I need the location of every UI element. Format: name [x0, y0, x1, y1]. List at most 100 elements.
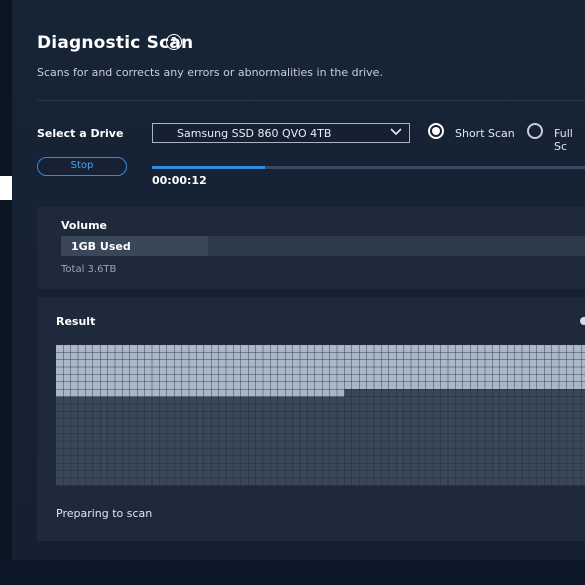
- scan-block: [122, 352, 130, 360]
- scan-block: [544, 367, 552, 375]
- scan-block: [181, 359, 189, 367]
- scan-block: [485, 382, 493, 389]
- scan-block: [477, 441, 485, 449]
- scan-block: [359, 404, 367, 412]
- scan-block: [233, 359, 241, 367]
- scan-block: [278, 448, 285, 456]
- scan-block: [137, 352, 145, 360]
- scan-block: [433, 411, 441, 419]
- scan-block: [211, 411, 219, 419]
- scan-block: [455, 345, 463, 352]
- scan-block: [522, 441, 530, 449]
- scan-block: [137, 463, 145, 471]
- scan-block: [574, 396, 581, 404]
- scan-block: [167, 478, 174, 486]
- scan-block: [255, 478, 263, 486]
- scan-block: [107, 382, 115, 389]
- scan-block: [218, 396, 226, 404]
- scan-block: [196, 404, 204, 412]
- help-icon[interactable]: ?: [166, 34, 182, 50]
- scan-block: [85, 419, 93, 426]
- scan-block: [463, 419, 470, 426]
- scan-block: [418, 456, 426, 463]
- result-view-toggle[interactable]: [580, 317, 585, 325]
- scan-block: [492, 470, 500, 478]
- scan-block: [396, 359, 404, 367]
- scan-block: [366, 426, 374, 434]
- short-scan-label[interactable]: Short Scan: [455, 127, 515, 140]
- scan-block: [329, 352, 337, 360]
- scan-block: [537, 456, 544, 463]
- scan-block: [366, 367, 374, 375]
- scan-block: [581, 367, 585, 375]
- scan-block: [137, 345, 145, 352]
- scan-block: [115, 478, 123, 486]
- scan-block: [315, 367, 322, 375]
- full-scan-label[interactable]: Full Sc: [554, 127, 585, 153]
- scan-block: [159, 456, 167, 463]
- scan-block: [544, 419, 552, 426]
- scan-block: [426, 367, 433, 375]
- scan-block: [241, 470, 248, 478]
- scan-block: [255, 389, 263, 397]
- scan-block: [566, 396, 574, 404]
- scan-block: [507, 426, 515, 434]
- scan-block: [477, 382, 485, 389]
- scan-block: [233, 456, 241, 463]
- scan-block: [411, 396, 419, 404]
- scan-block: [514, 433, 522, 441]
- scan-block: [344, 345, 352, 352]
- scan-block: [551, 456, 559, 463]
- scan-block: [56, 374, 63, 382]
- scan-block: [426, 448, 433, 456]
- scan-block: [396, 478, 404, 486]
- scan-block: [544, 396, 552, 404]
- scan-block: [241, 441, 248, 449]
- scan-block: [174, 345, 182, 352]
- scan-block: [196, 441, 204, 449]
- scan-block: [522, 478, 530, 486]
- scan-block: [440, 359, 448, 367]
- scan-block: [463, 382, 470, 389]
- scan-block: [218, 463, 226, 471]
- scan-block: [137, 419, 145, 426]
- scan-block: [440, 419, 448, 426]
- stop-button[interactable]: Stop: [37, 157, 127, 176]
- scan-block: [93, 404, 100, 412]
- scan-block: [115, 419, 123, 426]
- scan-block: [122, 448, 130, 456]
- scan-block: [418, 367, 426, 375]
- scan-block: [440, 478, 448, 486]
- scan-block: [144, 426, 152, 434]
- scan-block: [204, 478, 211, 486]
- scan-block: [181, 382, 189, 389]
- scan-block: [300, 470, 308, 478]
- scan-block: [559, 411, 567, 419]
- scan-block: [485, 456, 493, 463]
- volume-card: Volume 1GB Used Total 3.6TB: [37, 207, 585, 289]
- drive-select-dropdown[interactable]: Samsung SSD 860 QVO 4TB: [152, 123, 410, 143]
- scan-block: [396, 456, 404, 463]
- scan-block: [352, 352, 359, 360]
- scan-block: [204, 419, 211, 426]
- full-scan-radio[interactable]: [527, 123, 543, 139]
- scan-block: [403, 441, 411, 449]
- scan-block: [152, 374, 160, 382]
- scan-block: [581, 433, 585, 441]
- scan-block: [411, 352, 419, 360]
- scan-block: [485, 478, 493, 486]
- short-scan-radio[interactable]: [428, 123, 444, 139]
- scan-block: [433, 389, 441, 397]
- scan-block: [418, 426, 426, 434]
- scan-block: [433, 478, 441, 486]
- scan-block: [70, 448, 78, 456]
- scan-block: [381, 389, 389, 397]
- scan-block: [411, 389, 419, 397]
- scan-block: [226, 441, 234, 449]
- scan-block: [448, 478, 456, 486]
- scan-block: [63, 396, 71, 404]
- scan-block: [559, 382, 567, 389]
- scan-block: [396, 448, 404, 456]
- scan-block: [292, 448, 300, 456]
- scan-block: [322, 352, 330, 360]
